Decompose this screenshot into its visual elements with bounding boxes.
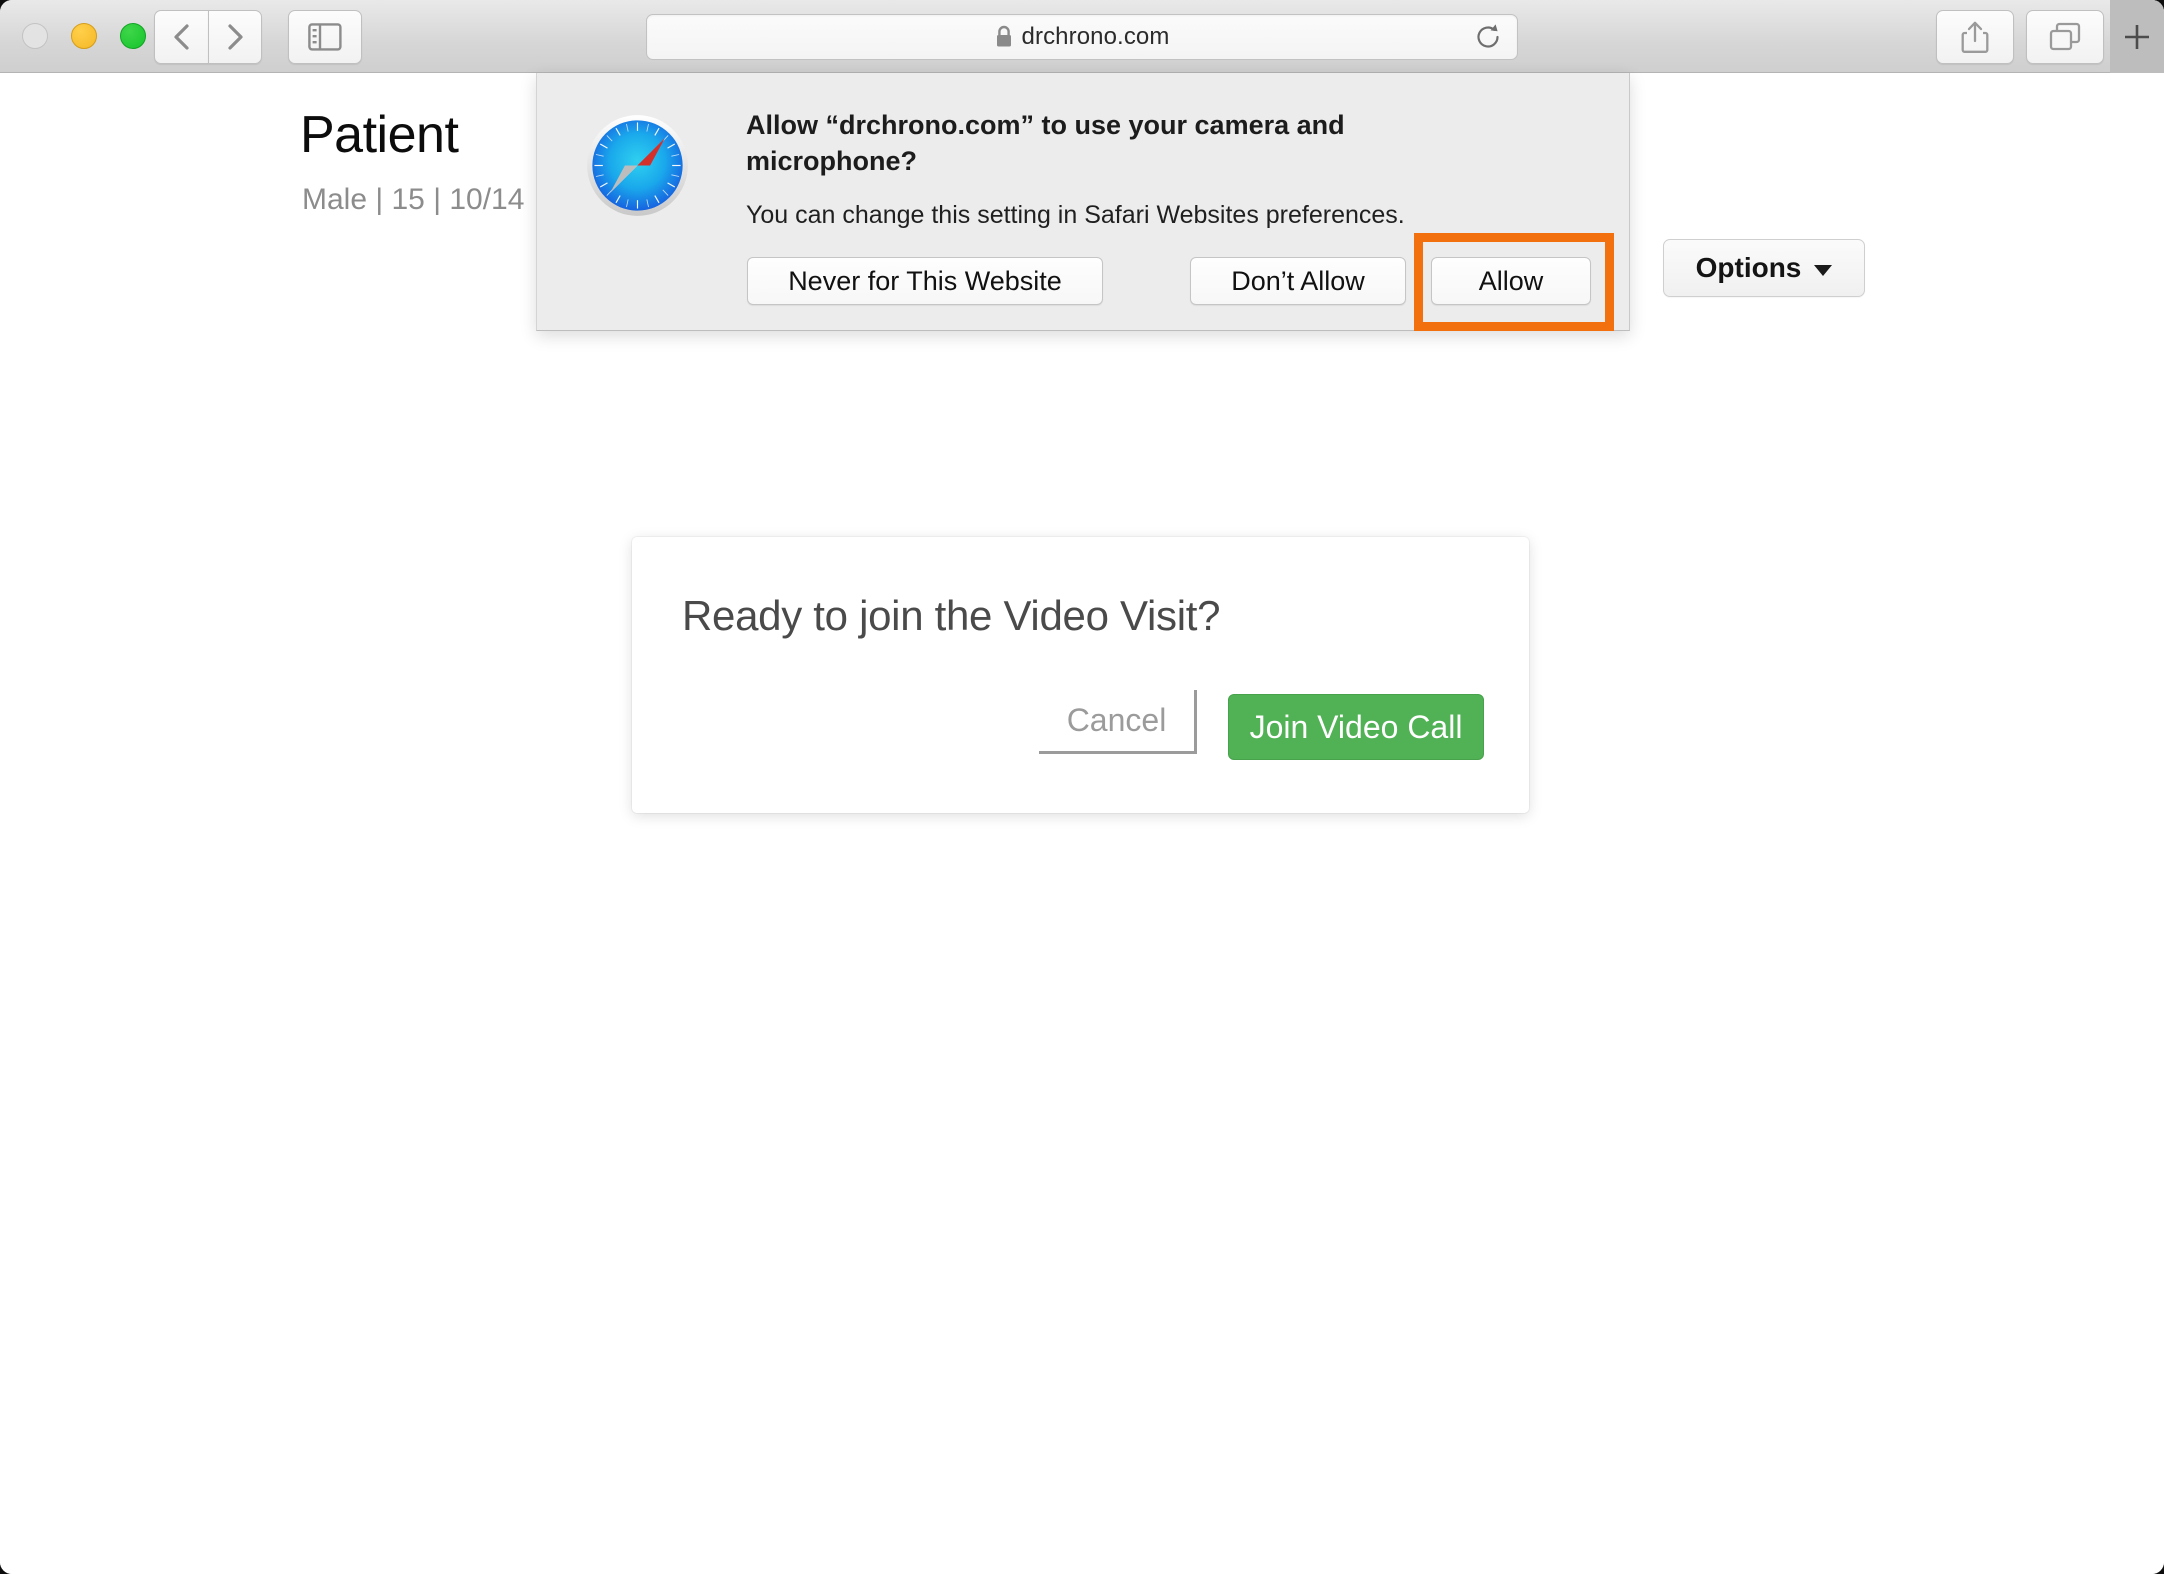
minimize-button[interactable]	[71, 23, 97, 49]
page-title: Patient	[300, 106, 459, 164]
tab-overview-icon	[2049, 22, 2081, 51]
share-button[interactable]	[1936, 10, 2014, 64]
safari-compass-icon	[587, 115, 688, 216]
permission-dialog-subtext: You can change this setting in Safari We…	[746, 201, 1405, 229]
tab-overview-button[interactable]	[2026, 10, 2104, 64]
allow-button[interactable]: Allow	[1431, 257, 1591, 305]
permission-dialog-heading: Allow “drchrono.com” to use your camera …	[746, 110, 1345, 176]
chevron-down-icon	[1814, 264, 1833, 276]
lock-icon	[996, 25, 1011, 47]
new-tab-button[interactable]	[2110, 0, 2164, 73]
cancel-button[interactable]: Cancel	[1039, 690, 1197, 754]
modal-title: Ready to join the Video Visit?	[682, 592, 1221, 639]
browser-toolbar: drchrono.com	[0, 0, 2164, 73]
allow-label: Allow	[1478, 265, 1544, 296]
never-for-this-website-label: Never for This Website	[788, 265, 1062, 296]
window-traffic-lights	[22, 23, 146, 49]
maximize-button[interactable]	[120, 23, 146, 49]
patient-demographics: Male | 15 | 10/14	[302, 183, 525, 216]
share-icon	[1961, 21, 1989, 53]
chevron-right-icon	[228, 24, 243, 50]
join-video-visit-modal: Ready to join the Video Visit?	[632, 537, 1529, 813]
chevron-left-icon	[173, 24, 189, 50]
close-button[interactable]	[22, 23, 48, 49]
url-display: drchrono.com	[995, 23, 1170, 51]
join-video-call-label: Join Video Call	[1249, 708, 1463, 745]
options-button-label: Options	[1695, 252, 1802, 283]
dont-allow-label: Don’t Allow	[1231, 265, 1365, 296]
sidebar-toggle-button[interactable]	[288, 10, 362, 64]
dont-allow-button[interactable]: Don’t Allow	[1190, 257, 1406, 305]
forward-button[interactable]	[208, 10, 262, 64]
plus-icon	[2125, 24, 2149, 49]
cancel-button-label: Cancel	[1066, 702, 1167, 738]
reload-icon	[1477, 24, 1499, 48]
join-video-call-button[interactable]: Join Video Call	[1228, 694, 1484, 760]
address-bar[interactable]: drchrono.com	[646, 14, 1518, 60]
options-button[interactable]: Options	[1663, 239, 1865, 297]
url-text: drchrono.com	[1021, 23, 1170, 50]
browser-window: drchrono.com Patient Male | 15 | 10/14 O…	[0, 0, 2164, 1574]
reload-button[interactable]	[1473, 22, 1503, 52]
sidebar-icon	[308, 23, 342, 51]
never-for-this-website-button[interactable]: Never for This Website	[747, 257, 1103, 305]
back-button[interactable]	[154, 10, 208, 64]
